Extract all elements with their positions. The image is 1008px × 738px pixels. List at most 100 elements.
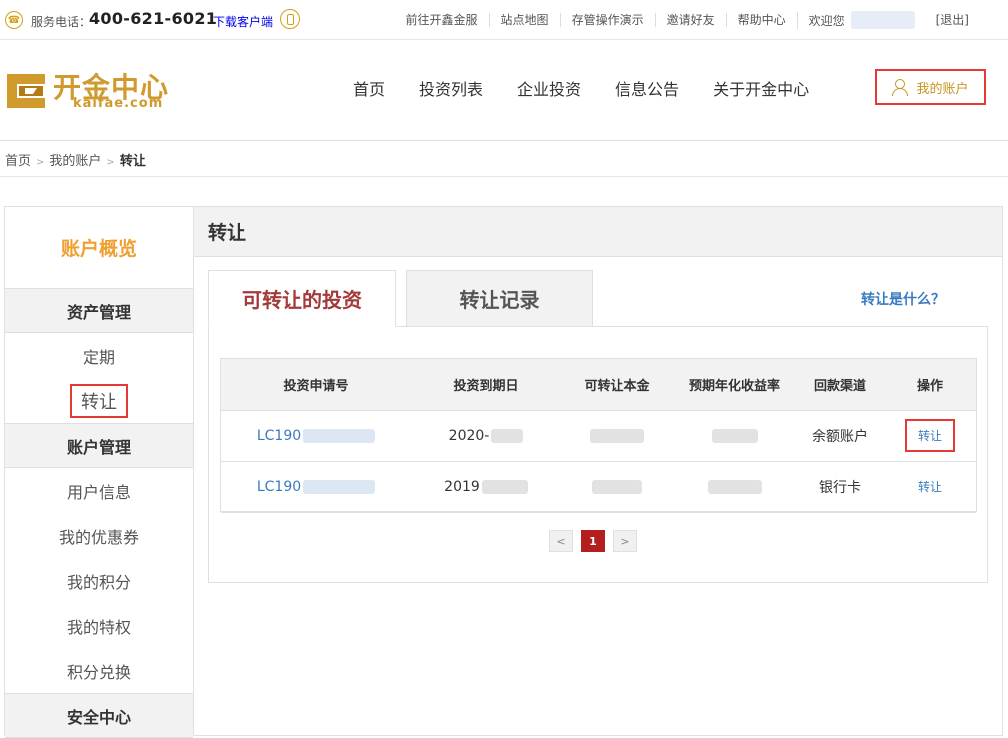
page-title: 转让 — [194, 207, 1002, 257]
sidebar-item-label: 转让 — [70, 383, 128, 418]
cell-action: 转让 — [884, 410, 976, 462]
sidebar-section-assets: 资产管理 — [5, 288, 193, 333]
sidebar-item-coupons[interactable]: 我的优惠券 — [5, 513, 193, 558]
cell-action: 转让 — [884, 461, 976, 513]
transfer-action-highlight: 转让 — [904, 419, 955, 452]
page-1-button[interactable]: 1 — [581, 530, 605, 552]
top-link-sitemap[interactable]: 站点地图 — [488, 13, 560, 27]
cell-channel: 余额账户 — [796, 410, 884, 462]
tab-transfer-records[interactable]: 转让记录 — [406, 270, 593, 327]
due-date-prefix: 2020- — [448, 427, 490, 444]
sidebar-item-privileges[interactable]: 我的特权 — [5, 603, 193, 648]
redacted-value — [592, 479, 642, 494]
mobile-phone-icon[interactable] — [280, 9, 300, 29]
investment-table: 投资申请号 投资到期日 可转让本金 预期年化收益率 回款渠道 操作 LC190 … — [220, 358, 977, 513]
transfer-panel: 转让 可转让的投资 转让记录 转让是什么？ 投资申请号 投资到期日 可转让本金 … — [194, 206, 1003, 736]
redacted-value — [303, 479, 376, 494]
col-action: 操作 — [884, 359, 976, 411]
breadcrumb-current: 转让 — [119, 154, 146, 169]
transfer-action-link[interactable]: 转让 — [918, 429, 942, 443]
site-header: 开金中心 kaifae.com 首页 投资列表 企业投资 信息公告 关于开金中心… — [0, 41, 1008, 141]
cell-application-no[interactable]: LC190 — [221, 461, 411, 513]
nav-about[interactable]: 关于开金中心 — [696, 76, 826, 100]
account-sidebar: 账户概览 资产管理 定期 转让 账户管理 用户信息 我的优惠券 我的积分 我的特… — [4, 206, 194, 738]
cell-channel: 银行卡 — [796, 461, 884, 513]
my-account-label: 我的账户 — [916, 81, 969, 97]
sidebar-item-user-info[interactable]: 用户信息 — [5, 468, 193, 513]
my-account-button[interactable]: 我的账户 — [875, 69, 986, 105]
next-page-button[interactable]: > — [613, 530, 637, 552]
col-due-date: 投资到期日 — [411, 359, 561, 411]
cell-principal — [561, 410, 673, 462]
table-row: LC190 2019 银行卡 转让 — [221, 461, 976, 513]
phone-number: 400-621-6021 — [89, 9, 218, 28]
breadcrumb-separator-icon: > — [106, 157, 115, 168]
sidebar-item-label: 我的积分 — [66, 572, 131, 592]
sidebar-section-security: 安全中心 — [5, 693, 193, 738]
tab-transferable[interactable]: 可转让的投资 — [208, 270, 396, 327]
kaifae-logo-icon[interactable] — [5, 70, 47, 112]
nav-home[interactable]: 首页 — [336, 76, 402, 100]
application-no-prefix: LC190 — [256, 478, 302, 495]
redacted-value — [707, 479, 762, 494]
breadcrumb-account[interactable]: 我的账户 — [49, 154, 101, 169]
cell-application-no[interactable]: LC190 — [221, 410, 411, 462]
top-link-invite[interactable]: 邀请好友 — [654, 13, 726, 27]
divider — [0, 176, 1008, 177]
application-no-prefix: LC190 — [256, 427, 302, 444]
cell-yield — [673, 461, 796, 513]
col-principal: 可转让本金 — [561, 359, 673, 411]
sidebar-item-points[interactable]: 我的积分 — [5, 558, 193, 603]
col-channel: 回款渠道 — [796, 359, 884, 411]
sidebar-item-fixed[interactable]: 定期 — [5, 333, 193, 378]
logout-link[interactable]: [退出] — [925, 13, 980, 27]
user-icon — [892, 79, 909, 96]
sidebar-item-redeem[interactable]: 积分兑换 — [5, 648, 193, 693]
top-bar: ☎ 服务电话： 400-621-6021 下载客户端 前往开鑫金服 站点地图 存… — [0, 0, 1008, 40]
prev-page-button[interactable]: < — [549, 530, 573, 552]
nav-announcements[interactable]: 信息公告 — [598, 76, 696, 100]
download-client-link[interactable]: 下载客户端 — [213, 13, 273, 30]
redacted-value — [711, 428, 758, 443]
sidebar-item-label: 积分兑换 — [66, 662, 131, 682]
sidebar-item-label: 我的特权 — [66, 617, 131, 637]
redacted-value — [491, 428, 524, 443]
due-date-prefix: 2019 — [444, 478, 480, 495]
pagination: < 1 > — [549, 530, 637, 552]
cell-principal — [561, 461, 673, 513]
phone-icon: ☎ — [5, 11, 23, 29]
top-link-help[interactable]: 帮助中心 — [725, 13, 797, 27]
top-link-kaixin[interactable]: 前往开鑫金服 — [395, 13, 489, 27]
cell-due-date: 2020- — [411, 410, 561, 462]
table-row: LC190 2020- 余额账户 转让 — [221, 410, 976, 462]
col-application-no: 投资申请号 — [221, 359, 411, 411]
sidebar-item-label: 定期 — [82, 347, 115, 367]
main-nav: 首页 投资列表 企业投资 信息公告 关于开金中心 — [336, 76, 826, 100]
table-header-row: 投资申请号 投资到期日 可转让本金 预期年化收益率 回款渠道 操作 — [221, 359, 976, 411]
breadcrumb-home[interactable]: 首页 — [5, 154, 31, 169]
redacted-value — [303, 428, 376, 443]
nav-invest-list[interactable]: 投资列表 — [402, 76, 500, 100]
sidebar-section-account: 账户管理 — [5, 423, 193, 468]
transfer-action-link[interactable]: 转让 — [918, 480, 942, 494]
application-no-link[interactable]: LC190 — [256, 427, 376, 444]
nav-enterprise[interactable]: 企业投资 — [500, 76, 598, 100]
welcome-text: 欢迎您 — [796, 11, 845, 29]
breadcrumb-separator-icon: > — [36, 157, 45, 168]
sidebar-title[interactable]: 账户概览 — [5, 207, 193, 288]
sidebar-item-label: 我的优惠券 — [58, 527, 139, 547]
sidebar-item-transfer[interactable]: 转让 — [5, 378, 193, 423]
application-no-link[interactable]: LC190 — [256, 478, 376, 495]
what-is-transfer-link[interactable]: 转让是什么？ — [861, 289, 945, 309]
logo-text-en[interactable]: kaifae.com — [73, 96, 163, 111]
username-redacted — [850, 11, 915, 29]
top-link-demo[interactable]: 存管操作演示 — [559, 13, 655, 27]
top-links: 前往开鑫金服 站点地图 存管操作演示 邀请好友 帮助中心 欢迎您 [退出] — [395, 0, 1008, 40]
col-yield: 预期年化收益率 — [673, 359, 796, 411]
redacted-value — [481, 479, 528, 494]
sidebar-item-label: 用户信息 — [66, 482, 131, 502]
cell-due-date: 2019 — [411, 461, 561, 513]
cell-yield — [673, 410, 796, 462]
phone-label: 服务电话： — [31, 15, 92, 29]
breadcrumb: 首页 > 我的账户 > 转让 — [5, 150, 146, 169]
